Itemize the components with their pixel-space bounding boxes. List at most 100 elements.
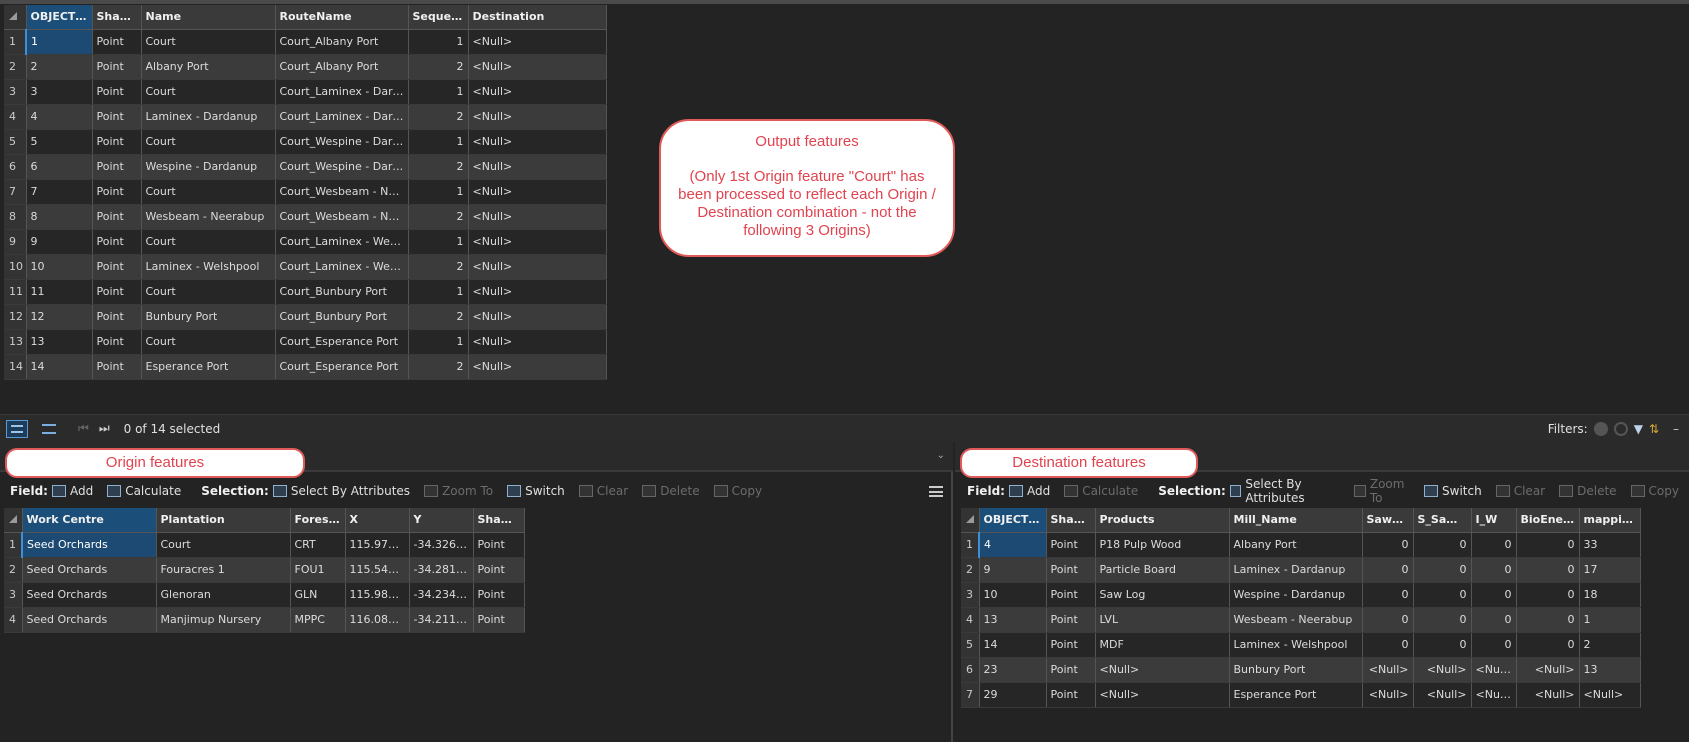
table-cell[interactable]: 0 [1413, 582, 1472, 608]
table-cell[interactable]: Laminex - Dardanup [141, 104, 276, 130]
table-cell[interactable]: 0 [1471, 582, 1517, 608]
table-cell[interactable]: Point [473, 532, 525, 558]
table-cell[interactable]: 0 [1362, 607, 1414, 633]
time-filter-icon[interactable] [1593, 421, 1608, 436]
dest-switch-selection-button[interactable]: Switch [1424, 484, 1482, 498]
table-cell[interactable]: 2 [1579, 632, 1641, 658]
table-cell[interactable]: <Null> [468, 254, 607, 280]
table-cell[interactable]: Court [141, 279, 276, 305]
row-number[interactable]: 9 [4, 229, 27, 255]
table-cell[interactable]: Bunbury Port [1229, 657, 1363, 683]
table-cell[interactable]: 33 [1579, 532, 1641, 558]
table-cell[interactable]: 2 [408, 354, 469, 380]
table-cell[interactable]: 23 [979, 657, 1047, 683]
table-cell[interactable]: Court_Laminex - Wels... [275, 229, 409, 255]
table-cell[interactable]: -34.211658 [409, 607, 474, 633]
column-header-s-sawlog[interactable]: S_Sawlog [1413, 508, 1472, 533]
table-cell[interactable]: 0 [1471, 607, 1517, 633]
row-number[interactable]: 2 [4, 54, 27, 80]
column-header-destination[interactable]: Destination [468, 5, 607, 30]
column-header-mapping[interactable]: mapping [1579, 508, 1641, 533]
table-cell[interactable]: Particle Board [1095, 557, 1230, 583]
table-cell[interactable]: <Null> [468, 179, 607, 205]
table-cell[interactable]: 115.545992 [345, 557, 410, 583]
table-cell[interactable]: 9 [26, 229, 93, 255]
clear-selection-button[interactable]: Clear [578, 484, 628, 498]
table-cell[interactable]: <Null> [1095, 682, 1230, 708]
table-cell[interactable]: 2 [408, 204, 469, 230]
filter-icon[interactable]: ▼ [1634, 422, 1643, 436]
table-cell[interactable]: 0 [1362, 632, 1414, 658]
table-cell[interactable]: 1 [408, 279, 469, 305]
table-cell[interactable]: Court_Bunbury Port [275, 279, 409, 305]
table-cell[interactable]: Seed Orchards [22, 582, 157, 608]
table-cell[interactable]: 0 [1413, 632, 1472, 658]
row-number[interactable]: 4 [961, 607, 980, 633]
row-number[interactable]: 3 [4, 79, 27, 105]
table-cell[interactable]: 2 [408, 104, 469, 130]
table-cell[interactable]: 13 [1579, 657, 1641, 683]
table-cell[interactable]: 1 [25, 29, 93, 55]
table-row[interactable]: 2Seed OrchardsFouracres 1FOU1115.545992-… [4, 557, 525, 583]
copy-button[interactable]: Copy [713, 484, 762, 498]
row-number[interactable]: 14 [4, 354, 27, 380]
table-cell[interactable]: Esperance Port [141, 354, 276, 380]
table-row[interactable]: 6 23 Point <Null> Bunbury Port <Null> <Null> <N… [961, 657, 1641, 683]
table-cell[interactable]: LVL [1095, 607, 1230, 633]
table-row[interactable]: 3 10 Point Saw Log Wespine - Dardanup 0 0 0 0 18 [961, 582, 1641, 608]
row-number[interactable]: 1 [4, 29, 27, 55]
table-row[interactable]: 2 9 Point Particle Board Laminex - Dardanup 0… [961, 557, 1641, 583]
table-cell[interactable]: Laminex - Welshpool [1229, 632, 1363, 658]
table-row[interactable]: 7 29 Point <Null> Esperance Port <Null> <Null>… [961, 682, 1641, 708]
table-cell[interactable]: <Null> [1362, 657, 1414, 683]
hamburger-menu-icon[interactable] [929, 486, 943, 497]
zoom-to-button[interactable]: Zoom To [424, 484, 493, 498]
table-cell[interactable]: 5 [26, 129, 93, 155]
table-cell[interactable]: Court_Albany Port [275, 29, 409, 55]
dest-add-field-button[interactable]: Add [1008, 484, 1050, 498]
table-cell[interactable]: Point [92, 354, 142, 380]
table-cell[interactable]: Point [1046, 557, 1096, 583]
table-cell[interactable]: Glenoran [156, 582, 291, 608]
table-cell[interactable]: Court [141, 29, 276, 55]
delete-button[interactable]: Delete [642, 484, 700, 498]
table-cell[interactable]: Court_Wespine - Dard... [275, 129, 409, 155]
table-cell[interactable]: <Null> [1471, 682, 1517, 708]
table-cell[interactable]: 0 [1362, 532, 1414, 558]
table-cell[interactable]: <Null> [468, 304, 607, 330]
table-cell[interactable]: <Null> [1516, 657, 1580, 683]
table-cell[interactable]: Point [92, 279, 142, 305]
table-row[interactable]: 4 4 Point Laminex - Dardanup Court_Laminex -… [4, 104, 607, 130]
table-cell[interactable]: -34.281519 [409, 557, 474, 583]
table-cell[interactable]: GLN [290, 582, 346, 608]
sort-icon[interactable]: ⇅ [1649, 422, 1659, 436]
table-cell[interactable]: Saw Log [1095, 582, 1230, 608]
table-cell[interactable]: 1 [408, 129, 469, 155]
table-cell[interactable]: Seed Orchards [22, 607, 157, 633]
table-cell[interactable]: 2 [26, 54, 93, 80]
table-cell[interactable]: <Null> [1362, 682, 1414, 708]
column-header-dest-shape[interactable]: Shape * [1046, 508, 1096, 533]
table-cell[interactable]: <Null> [1516, 682, 1580, 708]
table-cell[interactable]: 2 [408, 254, 469, 280]
select-by-attributes-button[interactable]: Select By Attributes [272, 484, 410, 498]
table-cell[interactable]: Court [141, 129, 276, 155]
table-cell[interactable]: FOU1 [290, 557, 346, 583]
table-row[interactable]: 1Seed OrchardsCourtCRT115.970999-34.3262… [4, 532, 525, 558]
table-cell[interactable]: 0 [1362, 582, 1414, 608]
table-cell[interactable]: Wespine - Dardanup [1229, 582, 1363, 608]
table-cell[interactable]: Court_Wespine - Dard... [275, 154, 409, 180]
table-cell[interactable]: Court [141, 79, 276, 105]
table-cell[interactable]: Court_Esperance Port [275, 354, 409, 380]
table-cell[interactable]: Court [156, 532, 291, 558]
table-cell[interactable]: 0 [1471, 532, 1517, 558]
table-cell[interactable]: <Null> [1095, 657, 1230, 683]
dest-clear-selection-button[interactable]: Clear [1495, 484, 1545, 498]
table-cell[interactable]: 13 [26, 329, 93, 355]
first-record-icon[interactable]: ⏮ [78, 421, 89, 436]
table-cell[interactable]: Point [92, 104, 142, 130]
table-cell[interactable]: 2 [408, 154, 469, 180]
table-cell[interactable]: Point [92, 204, 142, 230]
range-filter-icon[interactable] [1613, 421, 1628, 436]
table-cell[interactable]: Point [92, 304, 142, 330]
